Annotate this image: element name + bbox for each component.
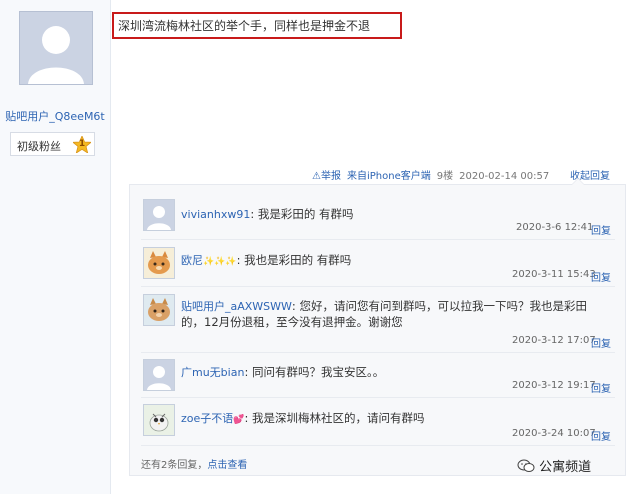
reply-button[interactable]: 回复 (591, 269, 611, 284)
star-level-icon: 1 (71, 134, 93, 154)
reply-divider (141, 239, 615, 240)
reply-avatar[interactable] (143, 404, 175, 436)
reply-avatar[interactable] (143, 294, 175, 326)
reply-text: : 同问有群吗？我宝安区。。 (244, 365, 385, 379)
reply-text: : 我也是彩田的 有群吗 (236, 253, 352, 267)
sparkle-icon: ✨✨✨ (203, 257, 237, 267)
reply-divider (141, 286, 615, 287)
reply-username[interactable]: vivianhxw91 (181, 208, 250, 221)
more-replies-count: 还有2条回复， (141, 460, 208, 471)
reply-line: 欧尼✨✨✨: 我也是彩田的 有群吗 (181, 249, 351, 268)
reply-text: : 我是深圳梅林社区的，请问有群吗 (244, 411, 425, 425)
wechat-watermark: 公寓频道 (517, 456, 591, 475)
reply-divider (141, 397, 615, 398)
reply-avatar[interactable] (143, 359, 175, 391)
reply-text: : 您好，请问您有问到群吗，可以拉我一下吗？我也是彩田 (291, 299, 587, 313)
reply-button[interactable]: 回复 (591, 222, 611, 237)
reply-line: vivianhxw91: 我是彩田的 有群吗 (181, 203, 354, 222)
reply-username[interactable]: 欧尼 (181, 254, 203, 267)
fan-level-badge: 初级粉丝 1 (10, 132, 95, 156)
reply-line: 广mu无bian: 同问有群吗？我宝安区。。 (181, 361, 384, 380)
default-avatar-icon (144, 360, 174, 390)
reply-text: : 我是彩田的 有群吗 (250, 207, 354, 221)
view-more-link[interactable]: 点击查看 (207, 460, 247, 471)
reply-time: 2020-3-12 19:17 (512, 380, 596, 391)
warning-icon: ⚠ (312, 171, 321, 182)
device-source-link[interactable]: 来自iPhone客户端 (347, 171, 431, 182)
default-avatar-icon (20, 12, 92, 84)
reply-button[interactable]: 回复 (591, 380, 611, 395)
post-meta: ⚠举报 来自iPhone客户端 9楼 2020-02-14 00:57 (312, 167, 549, 182)
reply-avatar[interactable] (143, 247, 175, 279)
reply-time: 2020-3-11 15:43 (512, 269, 596, 280)
watermark-text: 公寓频道 (539, 460, 592, 475)
reply-line: zoe子不语💕: 我是深圳梅林社区的，请问有群吗 (181, 407, 425, 426)
floor-number: 9楼 (436, 171, 454, 182)
reply-text-continued: 的，12月份退租，至今没有退押金。谢谢您 (181, 315, 403, 329)
fan-badge-label: 初级粉丝 (17, 140, 61, 153)
reply-button[interactable]: 回复 (591, 335, 611, 350)
report-link[interactable]: 举报 (321, 171, 341, 182)
post-content: 深圳湾流梅林社区的举个手，同样也是押金不退 (118, 19, 371, 33)
reply-username[interactable]: zoe子不语 (181, 412, 233, 425)
author-avatar[interactable] (19, 11, 93, 85)
author-username[interactable]: 贴吧用户_Q8eeM6t (0, 108, 110, 124)
cat-avatar-icon (144, 248, 174, 278)
fan-level-number: 1 (78, 139, 86, 149)
author-sidebar: 贴吧用户_Q8eeM6t 初级粉丝 1 (0, 0, 111, 494)
reply-time: 2020-3-6 12:41 (516, 222, 594, 233)
reply-time: 2020-3-24 10:07 (512, 428, 596, 439)
reply-time: 2020-3-12 17:07 (512, 335, 596, 346)
cat-avatar-icon (144, 295, 174, 325)
reply-avatar[interactable] (143, 199, 175, 231)
heart-icon: 💕 (233, 415, 245, 425)
bird-avatar-icon (144, 405, 174, 435)
reply-username[interactable]: 广mu无bian (181, 366, 244, 379)
reply-divider (141, 445, 615, 446)
reply-button[interactable]: 回复 (591, 428, 611, 443)
reply-line: 贴吧用户_aAXWSWW: 您好，请问您有问到群吗，可以拉我一下吗？我也是彩田 (181, 295, 587, 314)
more-replies: 还有2条回复，点击查看 (141, 456, 247, 471)
default-avatar-icon (144, 200, 174, 230)
reply-username[interactable]: 贴吧用户_aAXWSWW (181, 300, 292, 313)
wechat-icon (517, 459, 535, 472)
reply-divider (141, 352, 615, 353)
post-datetime: 2020-02-14 00:57 (459, 171, 550, 182)
